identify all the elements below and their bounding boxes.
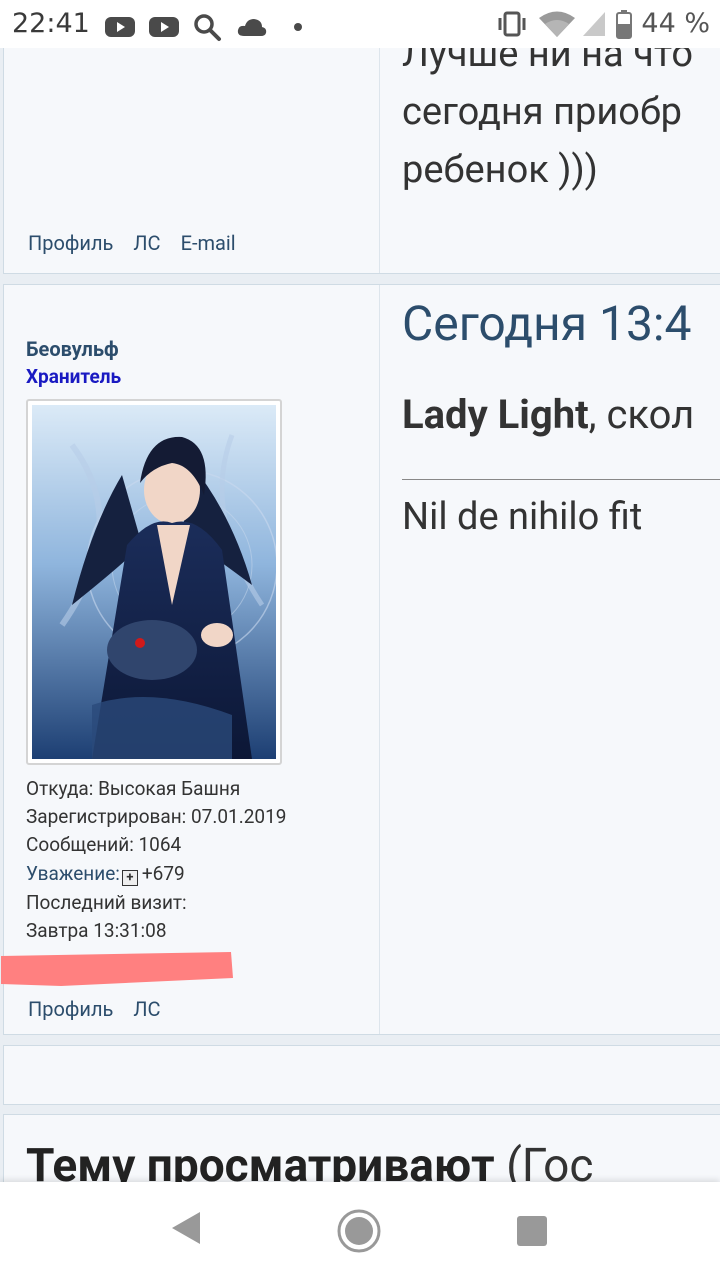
post-text: , скол	[588, 391, 695, 438]
respect-link[interactable]: Уважение:	[26, 862, 120, 885]
profile-link[interactable]: Профиль	[28, 231, 113, 255]
vibrate-icon	[498, 11, 526, 36]
avatar	[26, 399, 282, 765]
post-previous: Лучше ни на что сегодня приобр ребенок )…	[3, 48, 720, 274]
wifi-icon	[539, 11, 576, 37]
home-icon[interactable]	[336, 1208, 382, 1254]
quoted-user[interactable]: Lady Light	[402, 391, 589, 438]
signal-icon	[583, 11, 606, 36]
search-icon	[194, 14, 221, 41]
cloud-icon	[237, 19, 267, 36]
status-right-icons: 44 %	[495, 8, 710, 39]
post-divider	[379, 285, 380, 1034]
who-viewing-guests: (Гос	[494, 1139, 594, 1182]
who-viewing-panel: Тему просматривают (Гос	[3, 1114, 720, 1182]
who-viewing-heading: Тему просматривают	[26, 1139, 495, 1182]
author-last-visit-value: Завтра 13:31:08	[26, 919, 167, 942]
signature: Nil de nihilo fit	[402, 495, 643, 539]
forum-content[interactable]: Лучше ни на что сегодня приобр ребенок )…	[0, 48, 720, 1182]
respect-plus-icon[interactable]: +	[121, 870, 138, 886]
highlight-stroke	[1, 952, 233, 986]
status-bar: 22:41 44 %	[0, 0, 720, 48]
empty-panel	[3, 1045, 720, 1105]
profile-link[interactable]: Профиль	[28, 997, 113, 1021]
status-time: 22:41	[12, 8, 90, 39]
post-links: Профиль ЛС	[28, 997, 161, 1021]
pm-link[interactable]: ЛС	[133, 997, 160, 1021]
battery-icon	[616, 9, 633, 39]
message-line: сегодня приобр	[402, 90, 683, 134]
author-respect: Уважение: + +679	[26, 862, 185, 886]
recents-icon[interactable]	[516, 1215, 548, 1247]
status-left-icons	[104, 12, 304, 42]
message-line: ребенок )))	[402, 148, 598, 192]
avatar-illustration	[32, 405, 276, 759]
youtube-icon	[105, 17, 135, 37]
post-divider	[379, 48, 380, 273]
author-registered: Зарегистрирован: 07.01.2019	[26, 805, 287, 828]
post-date: Сегодня 13:4	[402, 295, 692, 352]
author-messages: Сообщений: 1064	[26, 833, 182, 856]
back-icon[interactable]	[170, 1210, 204, 1246]
message-line: Лучше ни на что	[402, 48, 693, 76]
youtube-icon	[149, 17, 179, 37]
who-viewing-title: Тему просматривают (Гос	[26, 1139, 593, 1182]
post-links: Профиль ЛС E-mail	[28, 231, 236, 255]
author-last-visit-label: Последний визит:	[26, 891, 187, 914]
email-link[interactable]: E-mail	[181, 231, 236, 255]
author-rank: Хранитель	[26, 365, 122, 388]
post: Беовульф Хранитель Откуда: Высокая Башня…	[1, 284, 720, 1035]
navigation-bar	[0, 1182, 720, 1280]
author-name[interactable]: Беовульф	[26, 337, 119, 361]
author-from: Откуда: Высокая Башня	[26, 777, 241, 800]
pm-link[interactable]: ЛС	[133, 231, 160, 255]
post-body: Lady Light, скол	[402, 391, 694, 438]
respect-value: +679	[141, 862, 185, 885]
battery-percent: 44 %	[641, 8, 710, 39]
signature-separator	[402, 479, 720, 480]
dot-icon	[294, 23, 302, 31]
